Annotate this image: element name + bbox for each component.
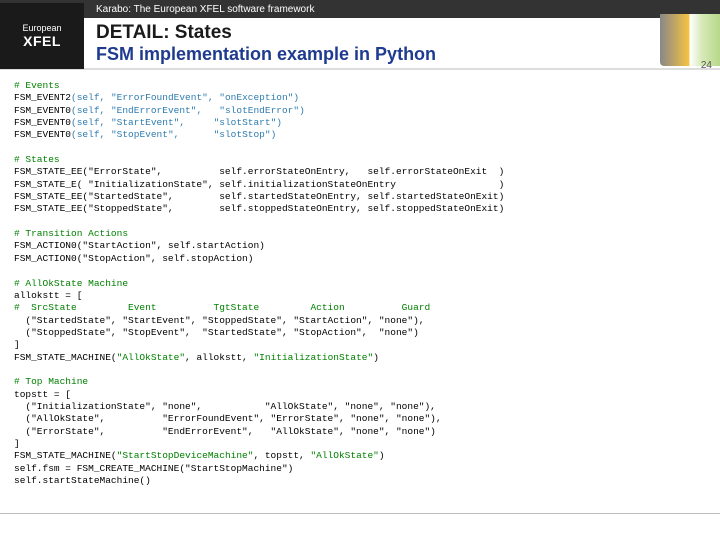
title-row: European XFEL DETAIL: States FSM impleme… bbox=[0, 18, 720, 70]
code-block: # Events FSM_EVENT2(self, "ErrorFoundEve… bbox=[0, 70, 720, 497]
framework-label: Karabo: The European XFEL software frame… bbox=[0, 1, 720, 18]
slide-subtitle: FSM implementation example in Python bbox=[96, 44, 436, 65]
slide-number: 24 bbox=[701, 60, 712, 71]
xfel-logo: European XFEL bbox=[0, 3, 84, 69]
slide: Karabo: The European XFEL software frame… bbox=[0, 0, 720, 540]
beam-graphic bbox=[660, 14, 720, 66]
footer-divider bbox=[0, 513, 720, 514]
slide-title: DETAIL: States bbox=[96, 22, 436, 44]
